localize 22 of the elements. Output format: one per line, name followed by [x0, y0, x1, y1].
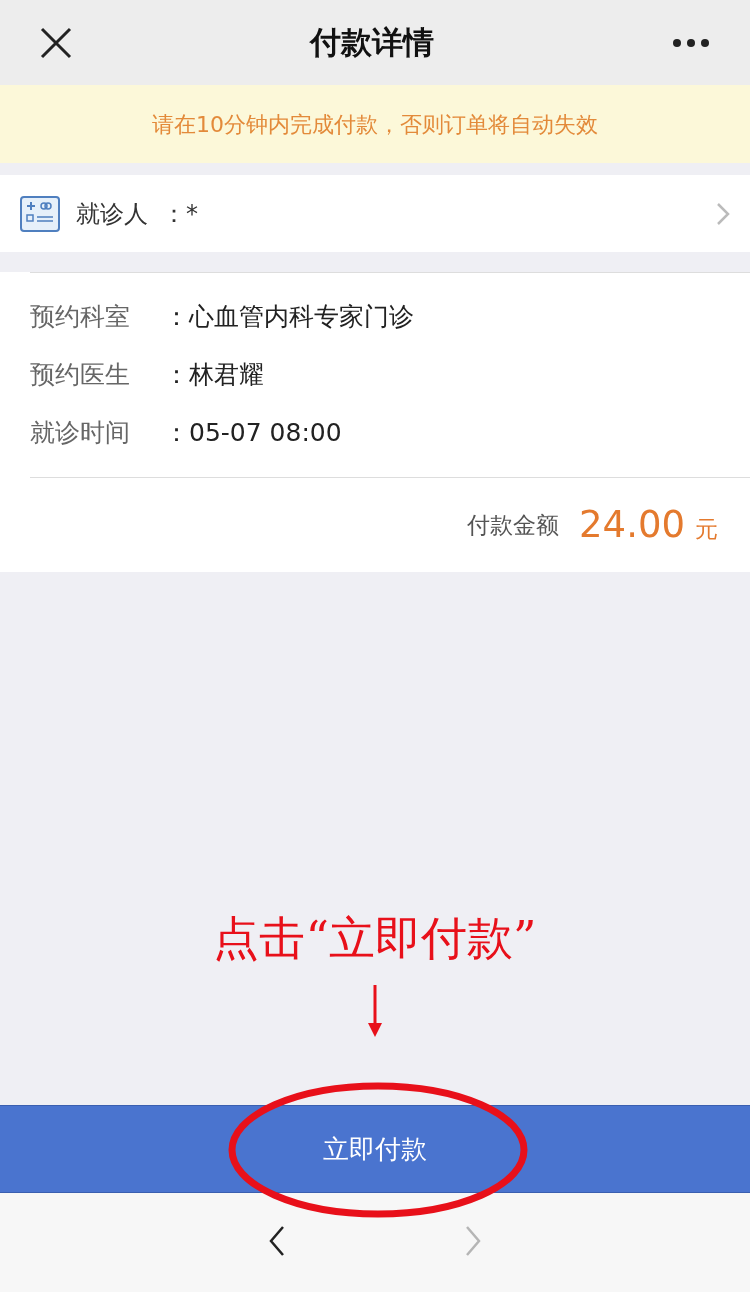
- amount-value: 24.00: [579, 502, 685, 549]
- patient-label: 就诊人: [76, 198, 148, 230]
- more-icon[interactable]: [672, 37, 710, 48]
- notice-text: 请在10分钟内完成付款，否则订单将自动失效: [152, 110, 598, 139]
- down-arrow: [367, 985, 383, 1037]
- id-card-icon: [20, 195, 60, 232]
- detail-value: ：05-07 08:00: [164, 417, 342, 450]
- detail-value: ：心血管内科专家门诊: [164, 301, 414, 334]
- page-title: 付款详情: [310, 23, 434, 63]
- detail-label: 预约科室: [30, 301, 131, 334]
- patient-value: ：*: [162, 198, 198, 230]
- back-icon[interactable]: [269, 1224, 285, 1257]
- annotation-text: 点击“立即付款”: [213, 910, 537, 967]
- close-icon[interactable]: [40, 26, 72, 59]
- amount-unit: 元: [695, 514, 718, 544]
- detail-label: 就诊时间: [30, 417, 131, 450]
- detail-label: 预约医生: [30, 359, 131, 392]
- patient-row[interactable]: 就诊人 ：*: [0, 175, 750, 252]
- amount-label: 付款金额: [467, 510, 560, 540]
- detail-value: ：林君耀: [164, 359, 264, 392]
- chevron-right-icon: [716, 201, 730, 226]
- pay-button[interactable]: 立即付款: [0, 1105, 750, 1193]
